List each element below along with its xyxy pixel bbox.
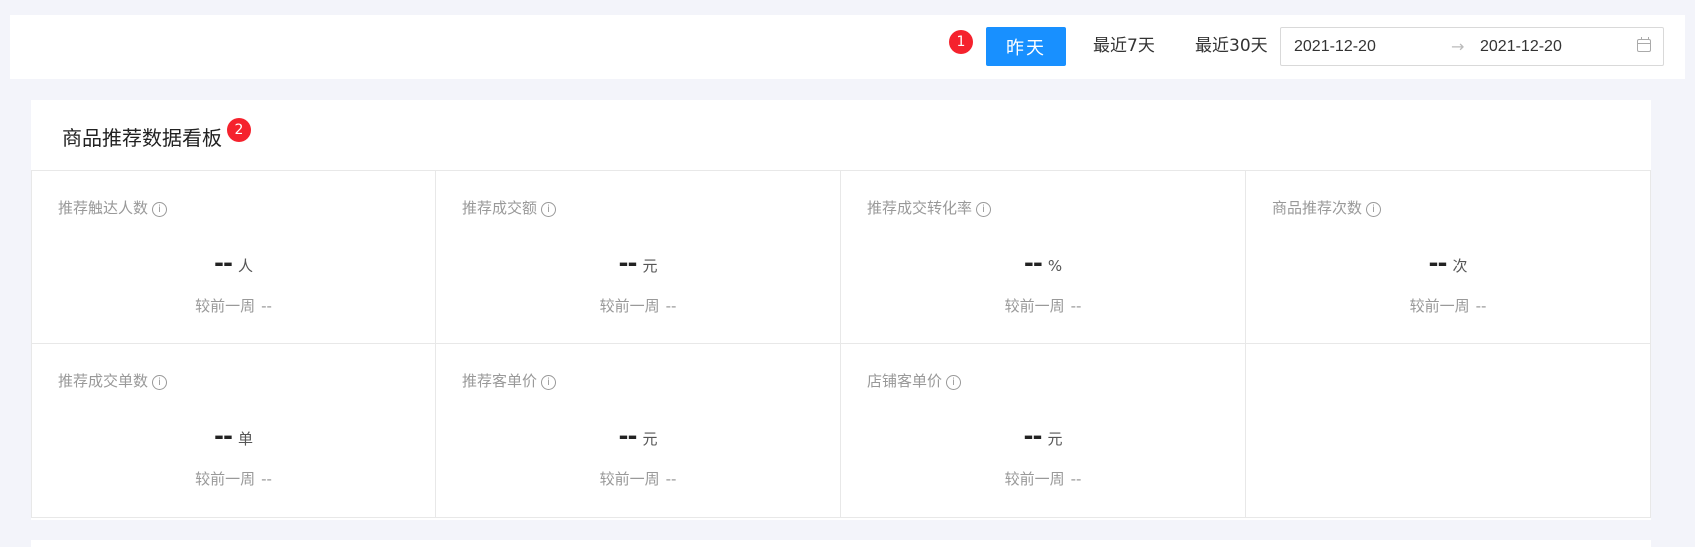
info-circle-icon[interactable]: i: [541, 202, 557, 217]
start-date-input[interactable]: [1294, 28, 1424, 65]
compare-label: 较前一周: [1409, 297, 1470, 315]
metric-card: 推荐成交转化率 i --% 较前一周 --: [841, 170, 1246, 344]
compare-value: --: [1070, 470, 1082, 488]
info-circle-icon[interactable]: i: [152, 202, 168, 217]
metric-unit: 元: [642, 430, 658, 448]
info-circle-icon[interactable]: i: [541, 375, 557, 390]
metric-unit: %: [1047, 257, 1063, 275]
metric-card: 推荐成交额 i -- 元 较前一周 --: [436, 170, 841, 344]
compare-label: 较前一周: [599, 470, 660, 488]
calendar-icon[interactable]: [1637, 37, 1651, 52]
info-circle-icon[interactable]: i: [1366, 202, 1382, 217]
compare-label: 较前一周: [1004, 470, 1065, 488]
metric-card: 推荐触达人数 i -- 人 较前一周 --: [31, 170, 436, 344]
compare-value: --: [261, 470, 272, 488]
metric-unit: 元: [642, 257, 658, 275]
last-7-days-button[interactable]: 最近7天: [1093, 27, 1155, 66]
metric-label: 推荐客单价: [462, 372, 538, 390]
metrics-grid: 推荐触达人数 i -- 人 较前一周 -- 推荐成交额 i -- 元 较前一周 -- 推荐成…: [31, 170, 1651, 520]
range-arrow-icon: →: [1451, 37, 1465, 56]
compare-value: --: [261, 297, 272, 315]
metric-unit: 单: [237, 430, 253, 448]
metric-value: --: [1023, 249, 1043, 277]
info-circle-icon[interactable]: i: [976, 202, 992, 217]
yesterday-button[interactable]: 昨天: [986, 27, 1066, 66]
compare-label: 较前一周: [599, 297, 660, 315]
step-badge-1: 1: [949, 30, 973, 54]
metric-card: 推荐成交单数 i -- 单 较前一周 --: [31, 344, 436, 518]
metric-value: --: [214, 249, 233, 277]
metric-card: 店铺客单价 i -- 元 较前一周 --: [841, 344, 1246, 518]
metric-value: --: [1428, 249, 1448, 277]
compare-value: --: [1475, 297, 1487, 315]
date-filter-toolbar: 1 昨天 最近7天 最近30天 →: [10, 15, 1685, 79]
compare-value: --: [665, 297, 677, 315]
metric-label: 推荐成交额: [462, 199, 538, 217]
metric-unit: 元: [1047, 430, 1063, 448]
date-range-picker[interactable]: →: [1280, 27, 1664, 66]
compare-label: 较前一周: [195, 297, 256, 315]
metric-label: 店铺客单价: [867, 372, 943, 390]
metric-value: --: [1023, 422, 1043, 450]
metric-unit: 次: [1452, 257, 1468, 275]
compare-value: --: [1070, 297, 1082, 315]
compare-label: 较前一周: [195, 470, 256, 488]
metric-label: 推荐成交单数: [58, 372, 149, 390]
metric-card: 商品推荐次数 i -- 次 较前一周 --: [1246, 170, 1651, 344]
info-circle-icon[interactable]: i: [946, 375, 962, 390]
metric-label: 推荐成交转化率: [867, 199, 973, 217]
metric-label: 商品推荐次数: [1272, 199, 1363, 217]
end-date-input[interactable]: [1480, 28, 1610, 65]
metric-value: --: [618, 249, 638, 277]
metric-value: --: [214, 422, 233, 450]
metric-card: 推荐客单价 i -- 元 较前一周 --: [436, 344, 841, 518]
info-circle-icon[interactable]: i: [152, 375, 168, 390]
metric-value: --: [618, 422, 638, 450]
compare-label: 较前一周: [1004, 297, 1065, 315]
metric-unit: 人: [237, 257, 253, 275]
next-panel-edge: [31, 540, 1651, 547]
last-30-days-button[interactable]: 最近30天: [1195, 27, 1268, 66]
empty-metric-slot: [1246, 344, 1651, 518]
panel-title: 商品推荐数据看板: [62, 126, 222, 150]
metric-label: 推荐触达人数: [58, 199, 149, 217]
step-badge-2: 2: [227, 118, 251, 142]
compare-value: --: [665, 470, 677, 488]
